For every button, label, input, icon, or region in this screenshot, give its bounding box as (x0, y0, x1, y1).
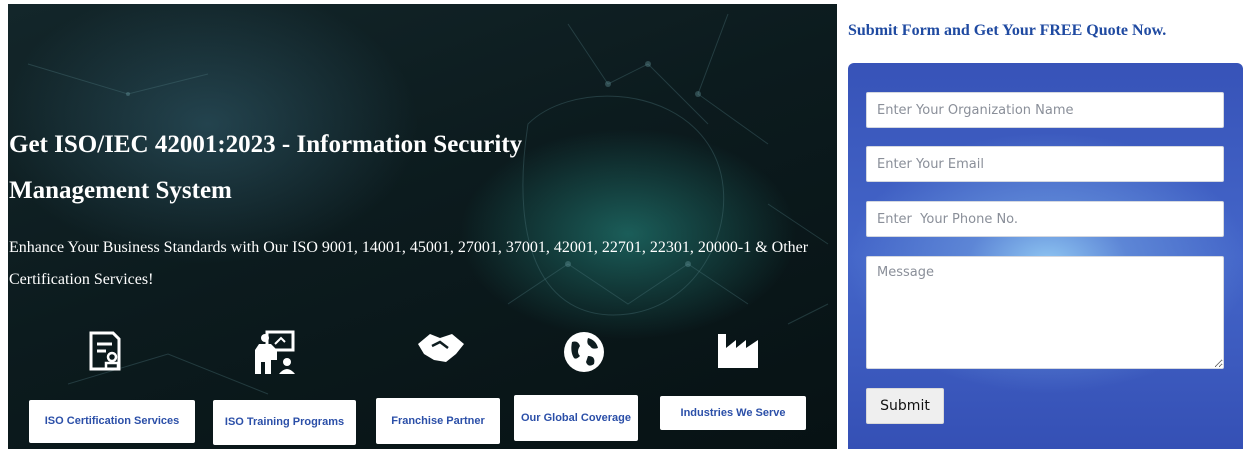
iso-certification-services-button[interactable]: ISO Certification Services (29, 400, 195, 443)
certificate-document-icon (89, 331, 121, 371)
submit-button[interactable]: Submit (866, 388, 944, 424)
iso-training-programs-button[interactable]: ISO Training Programs (213, 400, 356, 445)
phone-input[interactable] (866, 201, 1224, 237)
industries-we-serve-button[interactable]: Industries We Serve (660, 396, 806, 430)
hero-subtitle: Enhance Your Business Standards with Our… (9, 239, 809, 288)
franchise-partner-button[interactable]: Franchise Partner (376, 398, 500, 444)
training-presentation-icon (255, 330, 295, 374)
message-textarea[interactable] (866, 256, 1224, 369)
feature-industries[interactable] (716, 330, 760, 370)
quote-form: Submit (848, 63, 1243, 449)
handshake-icon (418, 334, 464, 362)
factory-icon (718, 334, 758, 368)
feature-global[interactable] (562, 330, 606, 374)
form-heading: Submit Form and Get Your FREE Quote Now. (848, 22, 1167, 39)
globe-icon (564, 332, 604, 372)
global-coverage-button[interactable]: Our Global Coverage (514, 395, 638, 441)
feature-certification[interactable] (88, 330, 124, 372)
page-title: Get ISO/IEC 42001:2023 - Information Sec… (9, 131, 523, 204)
feature-franchise[interactable] (416, 330, 466, 366)
feature-training[interactable] (253, 330, 297, 376)
email-input[interactable] (866, 146, 1224, 182)
hero-banner: Get ISO/IEC 42001:2023 - Information Sec… (8, 4, 837, 449)
circuit-background (27, 13, 829, 395)
organization-name-input[interactable] (866, 92, 1224, 128)
